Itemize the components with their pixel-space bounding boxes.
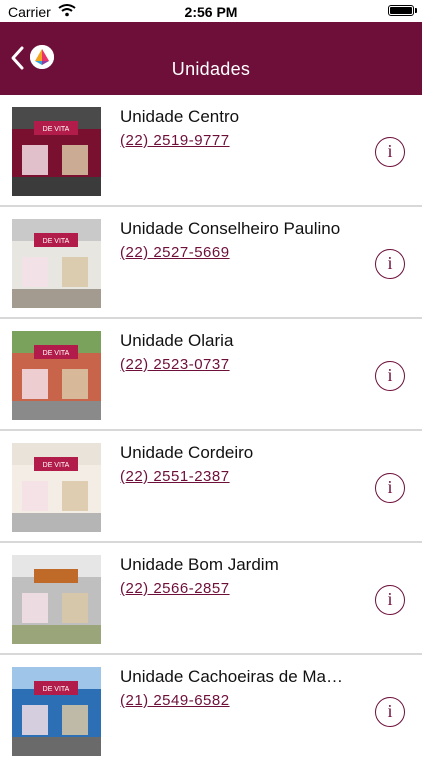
info-icon[interactable]: i	[375, 249, 405, 279]
unit-phone-link[interactable]: (22) 2566-2857	[120, 580, 230, 597]
info-icon[interactable]: i	[375, 697, 405, 727]
unit-row[interactable]: DE VITA Unidade Centro (22) 2519-9777 i	[0, 95, 422, 207]
info-icon[interactable]: i	[375, 585, 405, 615]
sign-text: DE VITA	[43, 350, 70, 357]
page-title: Unidades	[171, 59, 251, 79]
sign-text: DE VITA	[43, 462, 70, 469]
unit-phone-link[interactable]: (22) 2527-5669	[120, 244, 230, 261]
unit-row[interactable]: DE VITA Unidade Cachoeiras de Ma… (21) 254…	[0, 655, 422, 767]
unit-phone-link[interactable]: (22) 2551-2387	[120, 468, 230, 485]
sign-text: DE VITA	[43, 126, 70, 133]
status-bar: Carrier 2:56 PM	[0, 0, 422, 22]
unit-phone-link[interactable]: (22) 2523-0737	[120, 356, 230, 373]
unit-photo: DE VITA	[12, 667, 101, 756]
unit-row[interactable]: DE VITA Unidade Olaria (22) 2523-0737 i	[0, 319, 422, 431]
unit-photo: DE VITA	[12, 331, 101, 420]
unit-name: Unidade Olaria	[120, 331, 234, 350]
unit-photo: DE VITA	[12, 219, 101, 308]
info-icon[interactable]: i	[375, 361, 405, 391]
navigation-bar: Unidades	[0, 22, 422, 95]
sign-text: DE VITA	[43, 686, 70, 693]
info-icon[interactable]: i	[375, 473, 405, 503]
unit-name: Unidade Conselheiro Paulino	[120, 219, 341, 238]
battery-icon	[388, 5, 417, 16]
unit-name: Unidade Cordeiro	[120, 443, 254, 462]
unit-phone-link[interactable]: (21) 2549-6582	[120, 692, 230, 709]
sign-text: DE VITA	[43, 238, 70, 245]
unit-row[interactable]: DE VITA Unidade Cordeiro (22) 2551-2387 i	[0, 431, 422, 543]
unit-photo: DE VITA	[12, 443, 101, 532]
unit-name: Unidade Centro	[120, 107, 240, 126]
status-time: 2:56 PM	[184, 4, 238, 20]
info-icon[interactable]: i	[375, 137, 405, 167]
unit-phone-link[interactable]: (22) 2519-9777	[120, 132, 230, 149]
unit-row[interactable]: Unidade Bom Jardim (22) 2566-2857 i	[0, 543, 422, 655]
units-list: DE VITA Unidade Centro (22) 2519-9777 i DE V…	[0, 95, 422, 767]
unit-photo	[12, 555, 101, 644]
unit-name: Unidade Bom Jardim	[120, 555, 279, 574]
unit-row[interactable]: DE VITA Unidade Conselheiro Paulino (22) 2…	[0, 207, 422, 319]
unit-photo: DE VITA	[12, 107, 101, 196]
unit-name: Unidade Cachoeiras de Ma…	[120, 667, 344, 686]
